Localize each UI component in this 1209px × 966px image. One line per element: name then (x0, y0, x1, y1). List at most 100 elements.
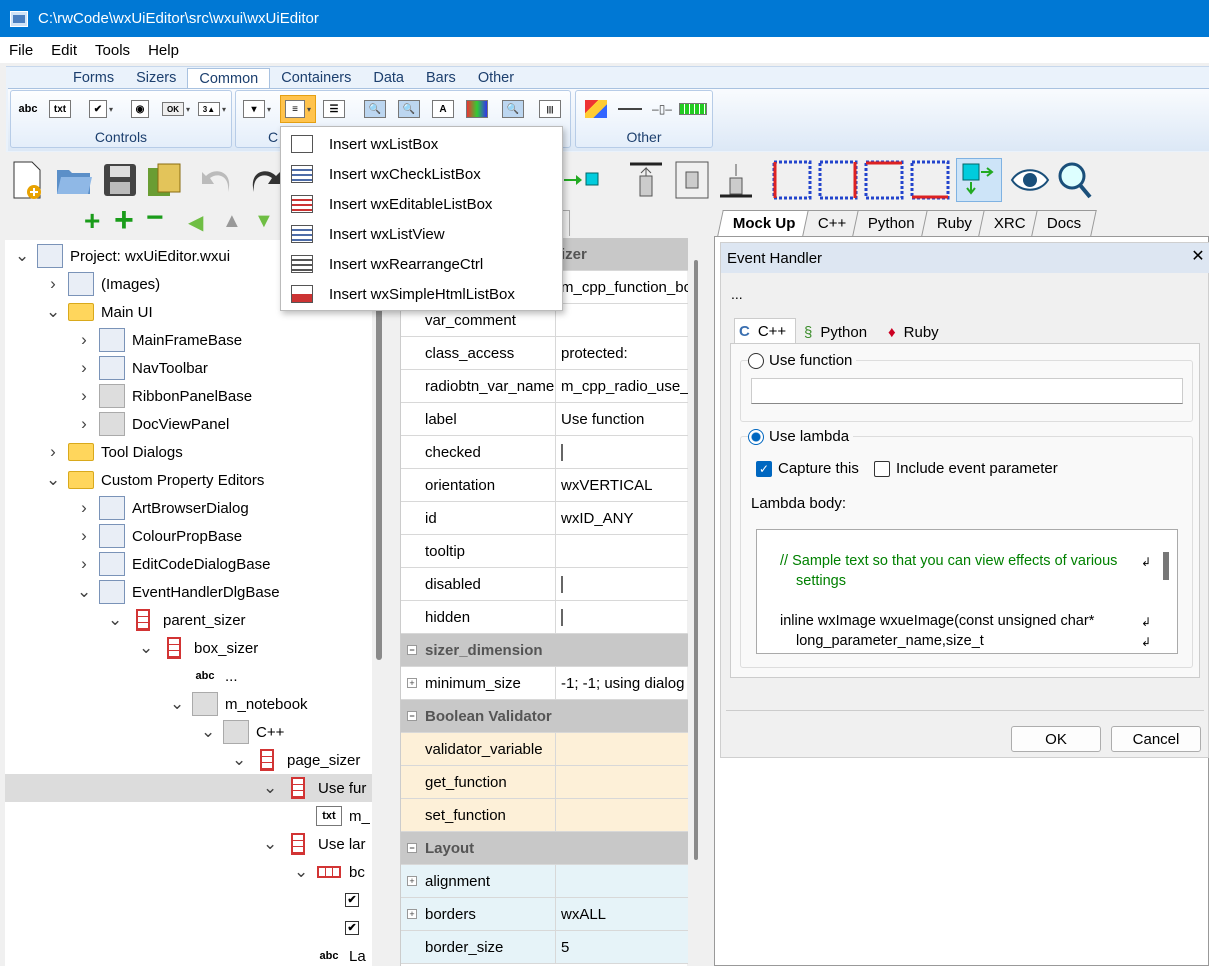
checkbox-icon[interactable] (561, 443, 563, 461)
property-row[interactable]: hidden (401, 601, 688, 634)
tab-ruby[interactable]: Ruby (920, 210, 988, 236)
border-left-button[interactable] (770, 158, 814, 202)
spin-control-button[interactable]: 3▲ ▾ (195, 95, 229, 123)
expander-icon[interactable]: ⌄ (15, 246, 29, 266)
lang-tab-cpp[interactable]: C C++ (734, 318, 796, 344)
html-control-button[interactable]: ||| (534, 95, 566, 123)
tree-item[interactable]: ⌄ Custom Property Editors (5, 466, 372, 494)
property-value[interactable] (556, 799, 688, 831)
expander-icon[interactable]: ⌄ (46, 302, 60, 322)
property-value[interactable] (556, 608, 688, 626)
scrollbar-thumb[interactable] (1163, 552, 1169, 580)
menu-tools[interactable]: Tools (86, 42, 139, 59)
menu-insert-listbox[interactable]: Insert wxListBox (281, 129, 564, 159)
function-name-input[interactable] (751, 378, 1183, 404)
bitmap-button[interactable]: 🔍 (360, 95, 390, 123)
property-row[interactable]: checked (401, 436, 688, 469)
tree-item[interactable]: ⌄ parent_sizer (5, 606, 372, 634)
tree-item[interactable]: txt m_ (5, 802, 372, 830)
ribbon-tab-forms[interactable]: Forms (62, 68, 125, 88)
menu-edit[interactable]: Edit (42, 42, 86, 59)
checkbox-icon[interactable] (561, 608, 563, 626)
collapse-icon[interactable]: − (407, 645, 417, 655)
expander-icon[interactable]: › (77, 386, 91, 406)
redo-button[interactable] (244, 158, 284, 202)
slider-button[interactable]: –▯– (648, 95, 676, 123)
expander-icon[interactable]: ⌄ (170, 694, 184, 714)
property-value[interactable] (556, 733, 688, 765)
choice-button[interactable]: ▾ ▾ (238, 95, 276, 123)
tree-item[interactable]: › RibbonPanelBase (5, 382, 372, 410)
property-row[interactable]: + borders wxALL (401, 898, 688, 931)
ribbon-tab-common[interactable]: Common (187, 68, 271, 88)
expander-icon[interactable]: › (77, 358, 91, 378)
property-row[interactable]: tooltip (401, 535, 688, 568)
save-button[interactable] (100, 158, 140, 202)
expander-icon[interactable]: ⌄ (232, 750, 246, 770)
expander-icon[interactable]: ⌄ (108, 610, 122, 630)
folder-picker-button[interactable]: 🔍 (394, 95, 424, 123)
expander-icon[interactable]: ⌄ (77, 582, 91, 602)
tree-item[interactable]: › EditCodeDialogBase (5, 550, 372, 578)
tree-item[interactable]: ⌄ bc (5, 858, 372, 886)
expand-icon[interactable]: + (407, 909, 417, 919)
align-bottom-button[interactable] (716, 158, 756, 202)
tree-item[interactable]: › MainFrameBase (5, 326, 372, 354)
expander-icon[interactable]: ⌄ (201, 722, 215, 742)
tree-scrollbar[interactable] (374, 240, 384, 966)
property-row[interactable]: set_function (401, 799, 688, 832)
move-up-icon[interactable]: ▲ (222, 210, 242, 233)
ribbon-tab-sizers[interactable]: Sizers (125, 68, 187, 88)
property-row[interactable]: validator_variable (401, 733, 688, 766)
font-picker-button[interactable]: A (428, 95, 458, 123)
tree-item[interactable]: ⌄ EventHandlerDlgBase (5, 578, 372, 606)
property-scrollbar[interactable] (690, 238, 702, 966)
property-value[interactable] (556, 575, 688, 593)
tree-item[interactable]: ⌄ m_notebook (5, 690, 372, 718)
capture-this-checkbox[interactable]: ✓ Capture this (756, 460, 859, 477)
expander-icon[interactable]: › (46, 442, 60, 462)
property-row[interactable]: get_function (401, 766, 688, 799)
expander-icon[interactable]: › (77, 554, 91, 574)
use-lambda-radio[interactable]: Use lambda (748, 428, 854, 445)
tree-item[interactable]: ⌄ page_sizer (5, 746, 372, 774)
property-row[interactable]: + minimum_size -1; -1; using dialog (401, 667, 688, 700)
ok-button[interactable]: OK (1011, 726, 1101, 752)
property-row[interactable]: disabled (401, 568, 688, 601)
static-text-button[interactable]: abc (15, 95, 41, 123)
border-top-button[interactable] (862, 158, 906, 202)
property-row[interactable]: orientation wxVERTICAL (401, 469, 688, 502)
file-picker-button[interactable]: 🔍 (498, 95, 528, 123)
checkbox-icon[interactable] (561, 575, 563, 593)
property-category[interactable]: − sizer_dimension (401, 634, 688, 667)
scrollbar-thumb[interactable] (694, 260, 698, 860)
border-right-button[interactable] (816, 158, 860, 202)
text-ctrl-button[interactable]: txt (45, 95, 75, 123)
ribbon-tab-data[interactable]: Data (362, 68, 415, 88)
menu-insert-rearrangectrl[interactable]: Insert wxRearrangeCtrl (281, 249, 564, 279)
tree-item[interactable]: abc... (5, 662, 372, 690)
property-value[interactable]: m_cpp_radio_use_fu (556, 378, 688, 395)
property-row[interactable]: label Use function (401, 403, 688, 436)
property-value[interactable]: Use function (556, 411, 688, 428)
property-value[interactable] (556, 443, 688, 461)
property-value[interactable]: wxID_ANY (556, 510, 688, 527)
property-row[interactable]: radiobtn_var_name m_cpp_radio_use_fu (401, 370, 688, 403)
shapes-button[interactable] (580, 95, 612, 123)
radio-button-button[interactable]: ◉ (123, 95, 157, 123)
expander-icon[interactable]: › (77, 526, 91, 546)
tree-item[interactable]: ⌄ Use fur (5, 774, 372, 802)
property-value[interactable]: 5 (556, 931, 688, 963)
property-category[interactable]: − Boolean Validator (401, 700, 688, 733)
move-down-icon[interactable]: ▼ (254, 210, 274, 233)
expand-button[interactable] (956, 158, 1002, 202)
tree-item[interactable]: › ArtBrowserDialog (5, 494, 372, 522)
use-function-radio[interactable]: Use function (748, 352, 857, 369)
lang-tab-ruby[interactable]: ♦ Ruby (888, 320, 939, 344)
expander-icon[interactable]: › (77, 330, 91, 350)
menu-help[interactable]: Help (139, 42, 188, 59)
property-value[interactable] (556, 766, 688, 798)
border-bottom-button[interactable] (908, 158, 952, 202)
property-value[interactable]: protected: (556, 345, 688, 362)
static-line-button[interactable] (614, 95, 646, 123)
